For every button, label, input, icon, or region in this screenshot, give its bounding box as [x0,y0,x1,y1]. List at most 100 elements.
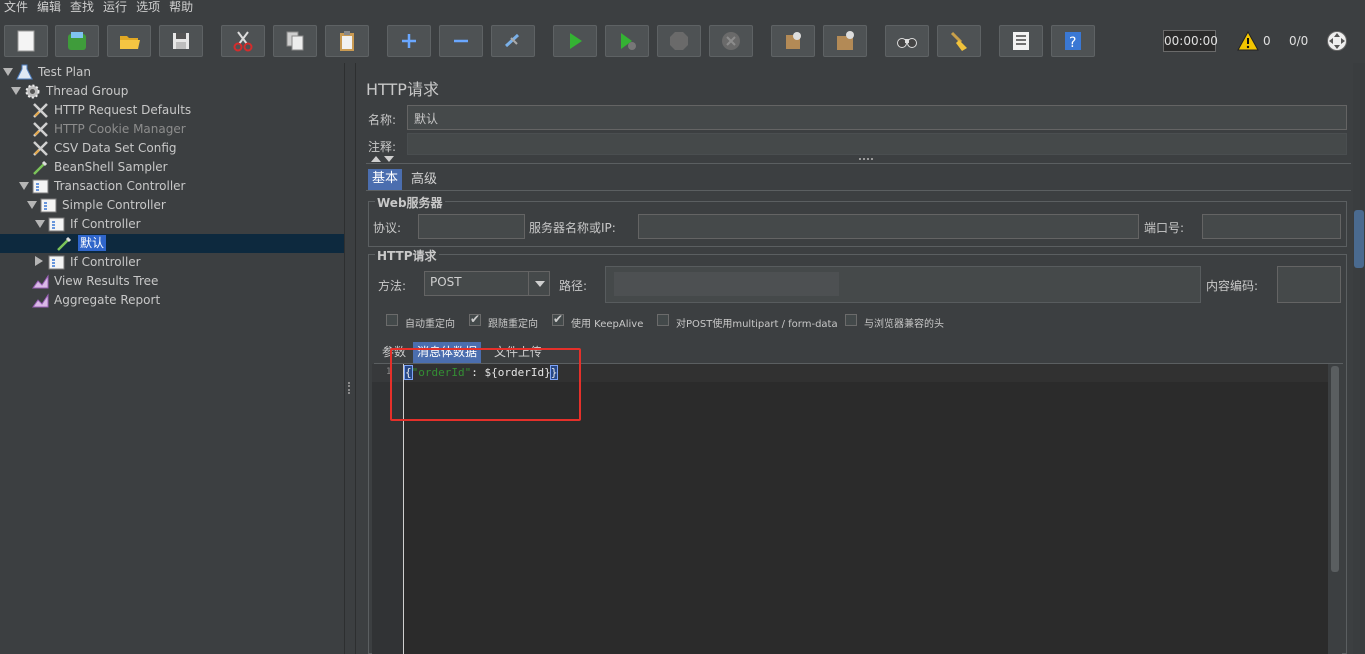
tree-node[interactable]: If Controller [0,215,344,234]
chart-icon [32,273,49,290]
flask-icon [16,64,33,81]
stop-icon [670,32,688,50]
http-request-title: HTTP请求 [375,247,439,264]
pipette-icon [32,159,49,176]
paste-button[interactable] [325,25,369,57]
menu-options[interactable]: 选项 [132,0,165,16]
tree-node-label: 默认 [78,235,107,251]
tree-node[interactable]: Test Plan [0,63,344,82]
controller-icon [40,197,57,214]
warning-count: 0 [1263,34,1271,48]
tab-advanced[interactable]: 高级 [407,170,441,192]
controller-icon [48,216,65,233]
open-button[interactable] [107,25,151,57]
path-field[interactable] [605,266,1201,303]
editor-scrollbar[interactable] [1328,364,1342,654]
tree-node-label: HTTP Request Defaults [54,103,192,117]
tree-splitter[interactable] [344,63,356,654]
broom-all-icon [837,31,854,50]
remote-status-icon[interactable] [1326,30,1348,52]
tree-node[interactable]: Simple Controller [0,196,344,215]
tab-basic[interactable]: 基本 [368,169,403,191]
folder-open-icon [120,36,140,49]
toggle-button[interactable] [491,25,535,57]
scissors-icon [233,31,253,52]
save-button[interactable] [159,25,203,57]
tree-node[interactable]: Aggregate Report [0,291,344,310]
wrench-icon [32,121,49,138]
keepalive-checkbox[interactable] [552,312,564,326]
search-button[interactable] [885,25,929,57]
port-field[interactable] [1202,214,1341,239]
wrench-icon [32,140,49,157]
function-helper-button[interactable] [999,25,1043,57]
cut-button[interactable] [221,25,265,57]
editor-scroll-thumb[interactable] [1331,366,1339,572]
expanded-arrow-icon[interactable] [35,220,45,228]
test-plan-tree: Test Plan Thread Group HTTP Request Defaul… [0,63,344,654]
collapsed-arrow-icon[interactable] [35,256,43,266]
auto-redirect-checkbox[interactable] [386,314,398,326]
collapse-all-button[interactable] [439,25,483,57]
expand-all-button[interactable] [387,25,431,57]
expanded-arrow-icon[interactable] [3,68,13,76]
tree-node[interactable]: BeanShell Sampler [0,158,344,177]
server-field[interactable] [638,214,1139,239]
menu-help[interactable]: 帮助 [165,0,198,16]
redacted-path-blur [614,272,839,296]
clear-all-button[interactable] [823,25,867,57]
menu-edit[interactable]: 编辑 [33,0,66,16]
window-scrollbar[interactable] [1353,63,1365,654]
stop-button[interactable] [657,25,701,57]
browser-headers-checkbox[interactable] [845,314,857,326]
keepalive-label: 使用 KeepAlive [571,319,644,330]
controller-icon [32,178,49,195]
name-label: 名称: [368,113,397,127]
minus-icon [454,39,468,43]
tree-node[interactable]: Thread Group [0,82,344,101]
controller-icon [48,254,65,271]
menu-run[interactable]: 运行 [99,0,132,16]
copy-icon [286,31,304,51]
expanded-arrow-icon[interactable] [27,201,37,209]
follow-redirects-checkbox[interactable] [469,312,481,326]
help-button[interactable]: ? [1051,25,1095,57]
multipart-checkbox[interactable] [657,314,669,326]
protocol-label: 协议: [373,221,402,235]
new-button[interactable] [4,25,48,57]
tree-node[interactable]: View Results Tree [0,272,344,291]
comment-field[interactable] [407,133,1347,155]
name-field[interactable]: 默认 [407,105,1347,130]
encoding-field[interactable] [1277,266,1341,303]
save-icon [173,33,189,49]
server-label: 服务器名称或IP: [529,221,616,235]
start-no-pause-button[interactable] [605,25,649,57]
elapsed-timer: 00:00:00 [1163,30,1218,52]
play-icon [570,33,582,49]
annotation-highlight-box [390,348,581,421]
shutdown-button[interactable] [709,25,753,57]
templates-button[interactable] [55,25,99,57]
warning-icon[interactable] [1237,31,1259,51]
menu-search[interactable]: 查找 [66,0,99,16]
tree-node[interactable]: HTTP Request Defaults [0,101,344,120]
window-scroll-thumb[interactable] [1354,210,1364,268]
protocol-field[interactable] [418,214,525,239]
tree-node[interactable]: If Controller [0,253,344,272]
tree-node-label: If Controller [70,217,141,231]
start-button[interactable] [553,25,597,57]
reset-search-button[interactable] [937,25,981,57]
tree-node-label: View Results Tree [54,274,159,288]
copy-button[interactable] [273,25,317,57]
tree-node-label: BeanShell Sampler [54,160,168,174]
clear-button[interactable] [771,25,815,57]
tree-node[interactable]: HTTP Cookie Manager [0,120,344,139]
expanded-arrow-icon[interactable] [11,87,21,95]
method-select[interactable]: POST [424,271,550,296]
tree-node[interactable]: CSV Data Set Config [0,139,344,158]
expanded-arrow-icon[interactable] [19,182,29,190]
tree-node[interactable]: 默认 [0,234,344,253]
chart-icon [32,292,49,309]
menu-file[interactable]: 文件 [0,0,33,16]
tree-node[interactable]: Transaction Controller [0,177,344,196]
